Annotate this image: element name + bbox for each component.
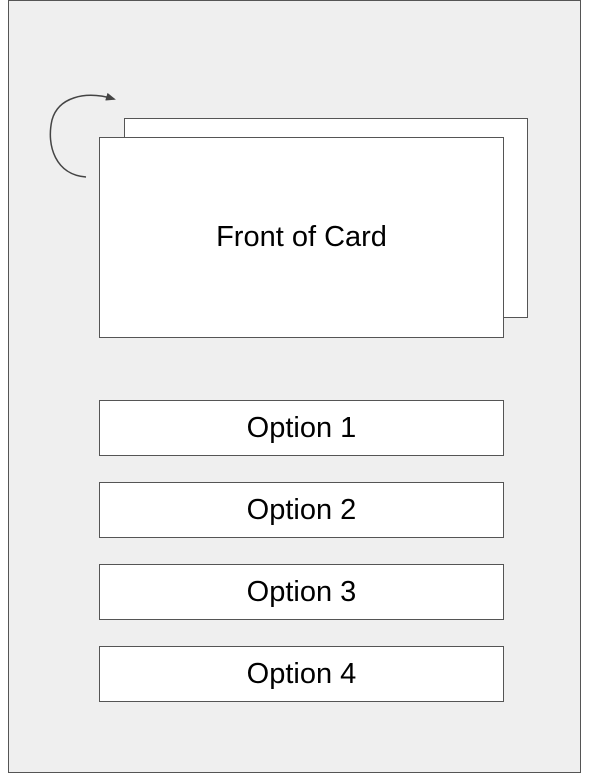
option-1-button[interactable]: Option 1 (99, 400, 504, 456)
option-label: Option 1 (246, 411, 357, 444)
option-label: Option 3 (246, 575, 357, 608)
option-label: Option 4 (246, 657, 357, 690)
card-front[interactable]: Front of Card (99, 137, 504, 338)
card-front-label: Front of Card (216, 221, 387, 253)
option-3-button[interactable]: Option 3 (99, 564, 504, 620)
option-label: Option 2 (246, 493, 357, 526)
option-2-button[interactable]: Option 2 (99, 482, 504, 538)
option-4-button[interactable]: Option 4 (99, 646, 504, 702)
